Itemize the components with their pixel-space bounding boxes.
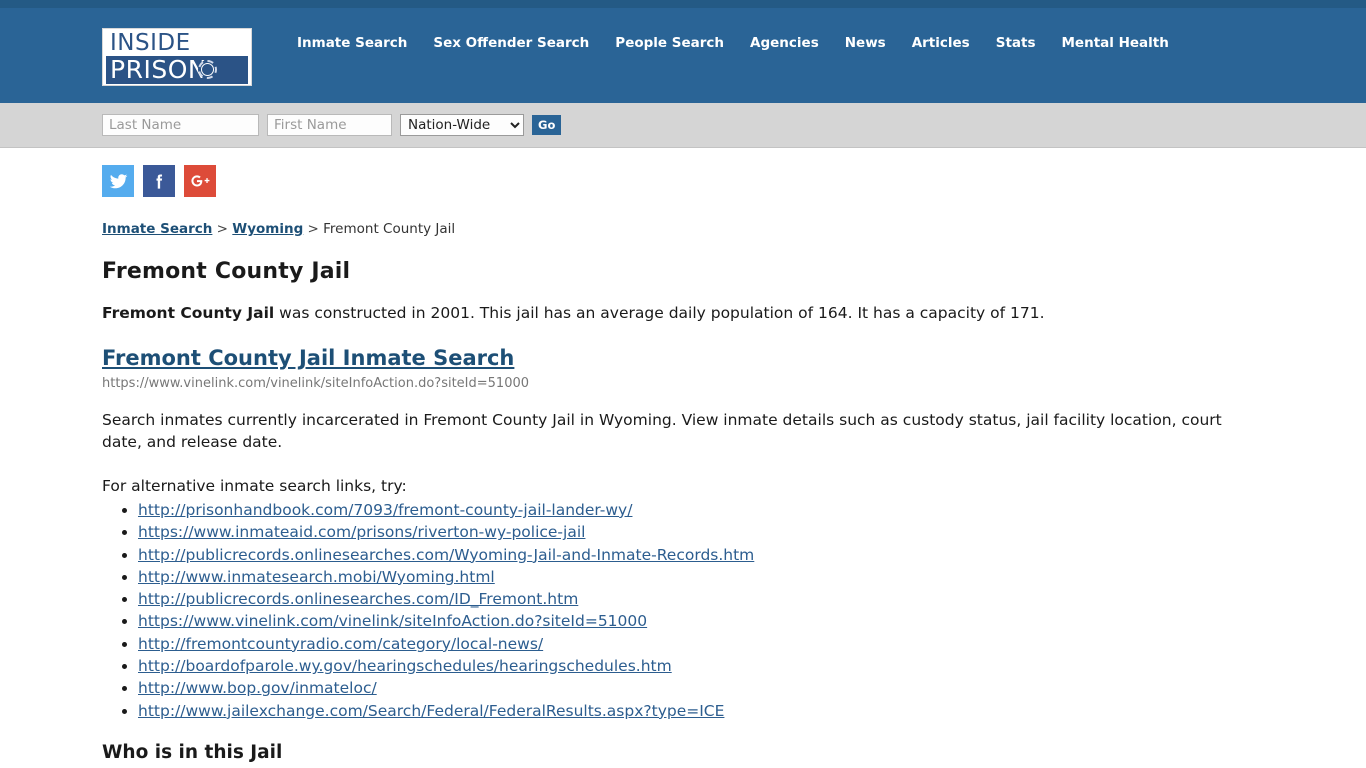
nav-item-news[interactable]: News — [832, 30, 899, 56]
alternative-links-list: http://prisonhandbook.com/7093/fremont-c… — [102, 499, 1264, 722]
list-item: http://www.bop.gov/inmateloc/ — [138, 677, 1264, 699]
alt-link[interactable]: http://boardofparole.wy.gov/hearingsched… — [138, 657, 672, 675]
alt-link[interactable]: http://prisonhandbook.com/7093/fremont-c… — [138, 501, 632, 519]
social-share-row — [102, 165, 1264, 197]
alt-link[interactable]: http://www.jailexchange.com/Search/Feder… — [138, 702, 724, 720]
list-item: http://publicrecords.onlinesearches.com/… — [138, 588, 1264, 610]
alt-link[interactable]: http://www.bop.gov/inmateloc/ — [138, 679, 377, 697]
list-item: http://boardofparole.wy.gov/hearingsched… — [138, 655, 1264, 677]
facebook-share-button[interactable] — [143, 165, 175, 197]
alt-link[interactable]: http://fremontcountyradio.com/category/l… — [138, 635, 543, 653]
google-plus-share-button[interactable] — [184, 165, 216, 197]
list-item: http://www.inmatesearch.mobi/Wyoming.htm… — [138, 566, 1264, 588]
first-name-input[interactable] — [267, 114, 392, 136]
breadcrumb-separator-1: > — [212, 221, 233, 237]
list-item: http://prisonhandbook.com/7093/fremont-c… — [138, 499, 1264, 521]
facility-intro-rest: was constructed in 2001. This jail has a… — [274, 304, 1045, 322]
who-is-in-this-jail-heading: Who is in this Jail — [102, 741, 283, 763]
list-item: https://www.vinelink.com/vinelink/siteIn… — [138, 610, 1264, 632]
logo-text-inside: INSIDE — [110, 30, 191, 56]
page-content: Inmate Search > Wyoming > Fremont County… — [102, 148, 1264, 768]
site-header: INSIDE PRISON Inmate Search Sex Offender… — [0, 8, 1366, 103]
alt-link[interactable]: https://www.inmateaid.com/prisons/rivert… — [138, 523, 585, 541]
barbed-wire-inner-icon — [201, 63, 214, 76]
list-item: http://publicrecords.onlinesearches.com/… — [138, 544, 1264, 566]
breadcrumb-current: Fremont County Jail — [323, 221, 456, 237]
facility-description: Search inmates currently incarcerated in… — [102, 411, 1222, 451]
nav-item-agencies[interactable]: Agencies — [737, 30, 832, 56]
alt-links-intro: For alternative inmate search links, try… — [102, 477, 407, 495]
breadcrumb-separator-2: > — [303, 221, 324, 237]
inmate-search-link[interactable]: Fremont County Jail Inmate Search — [102, 346, 514, 370]
last-name-input[interactable] — [102, 114, 259, 136]
go-button[interactable]: Go — [532, 115, 562, 135]
alt-link[interactable]: http://www.inmatesearch.mobi/Wyoming.htm… — [138, 568, 495, 586]
alt-link[interactable]: http://publicrecords.onlinesearches.com/… — [138, 546, 754, 564]
nav-item-sex-offender-search[interactable]: Sex Offender Search — [420, 30, 602, 56]
logo-text-prison: PRISON — [106, 56, 248, 84]
inmate-search-url: https://www.vinelink.com/vinelink/siteIn… — [102, 376, 530, 391]
breadcrumb: Inmate Search > Wyoming > Fremont County… — [102, 221, 1264, 237]
nav-item-stats[interactable]: Stats — [983, 30, 1049, 56]
google-plus-icon — [190, 172, 211, 190]
search-scope-select[interactable]: Nation-Wide — [400, 114, 524, 136]
alt-link[interactable]: https://www.vinelink.com/vinelink/siteIn… — [138, 612, 647, 630]
alt-link[interactable]: http://publicrecords.onlinesearches.com/… — [138, 590, 578, 608]
logo-prison-label: PRISON — [110, 56, 208, 84]
facility-intro-paragraph: Fremont County Jail was constructed in 2… — [102, 302, 1264, 324]
list-item: https://www.inmateaid.com/prisons/rivert… — [138, 521, 1264, 543]
facility-name-bold: Fremont County Jail — [102, 304, 275, 322]
nav-item-mental-health[interactable]: Mental Health — [1049, 30, 1182, 56]
top-accent-strip — [0, 0, 1366, 8]
inmate-search-heading: Fremont County Jail Inmate Search — [102, 346, 1264, 370]
list-item: http://fremontcountyradio.com/category/l… — [138, 633, 1264, 655]
nav-item-articles[interactable]: Articles — [899, 30, 983, 56]
page-title: Fremont County Jail — [102, 259, 351, 284]
main-navigation: Inmate Search Sex Offender Search People… — [284, 30, 1182, 56]
search-bar: Nation-Wide Go — [0, 103, 1366, 148]
site-logo[interactable]: INSIDE PRISON — [102, 28, 252, 86]
nav-item-inmate-search[interactable]: Inmate Search — [284, 30, 420, 56]
breadcrumb-link-inmate-search[interactable]: Inmate Search — [102, 221, 212, 237]
facebook-icon — [150, 172, 169, 191]
twitter-share-button[interactable] — [102, 165, 134, 197]
nav-item-people-search[interactable]: People Search — [602, 30, 737, 56]
list-item: http://www.jailexchange.com/Search/Feder… — [138, 700, 1264, 722]
breadcrumb-link-wyoming[interactable]: Wyoming — [232, 221, 303, 237]
twitter-icon — [109, 172, 128, 191]
